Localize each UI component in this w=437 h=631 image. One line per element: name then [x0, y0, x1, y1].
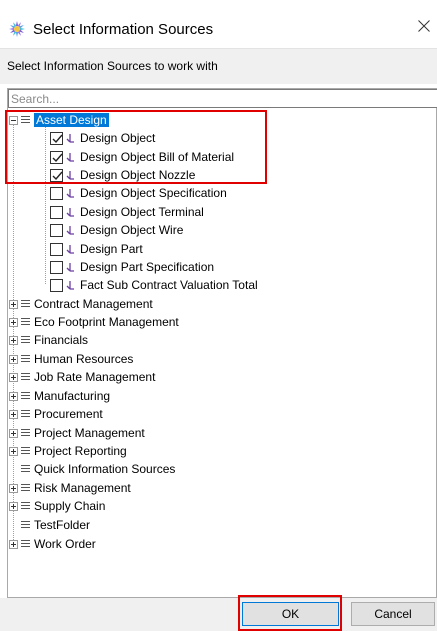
tree-node-project-reporting[interactable]: Project Reporting — [9, 442, 127, 460]
tree-item-label: Design Object Specification — [80, 186, 227, 200]
tree-item-design-object-wire[interactable]: Design Object Wire — [50, 221, 183, 239]
information-source-icon — [66, 244, 75, 255]
expand-toggle[interactable] — [9, 354, 18, 364]
tree-item-label: Design Object Terminal — [80, 205, 204, 219]
tree-node-label: Eco Footprint Management — [34, 315, 179, 329]
folder-icon — [21, 355, 30, 363]
tree-node-work-order[interactable]: Work Order — [9, 535, 96, 553]
tree-item-fact-sub-contract-valuation-total[interactable]: Fact Sub Contract Valuation Total — [50, 276, 258, 294]
information-source-icon — [66, 207, 75, 218]
folder-icon — [21, 447, 30, 455]
tree-node-label: Supply Chain — [34, 499, 106, 513]
tree-item-design-part[interactable]: Design Part — [50, 240, 143, 258]
tree-node-job-rate-management[interactable]: Job Rate Management — [9, 368, 155, 386]
expand-toggle[interactable] — [9, 317, 18, 327]
checkbox[interactable] — [50, 278, 63, 292]
expand-toggle[interactable] — [9, 335, 18, 345]
tree-node-quick-information-sources[interactable]: Quick Information Sources — [9, 460, 175, 478]
folder-icon — [21, 336, 30, 344]
tree-node-label: Project Reporting — [34, 444, 127, 458]
app-logo-icon — [8, 20, 26, 38]
tree-node-financials[interactable]: Financials — [9, 331, 88, 349]
checkbox[interactable] — [50, 205, 63, 219]
tree-node-testfolder[interactable]: TestFolder — [9, 516, 90, 534]
tree-node-label: Quick Information Sources — [34, 462, 176, 476]
tree-item-label: Design Object Wire — [80, 223, 184, 237]
checkbox[interactable] — [50, 242, 63, 256]
folder-icon — [21, 484, 30, 492]
tree-node-label: TestFolder — [34, 518, 91, 532]
expand-toggle[interactable] — [9, 428, 18, 438]
expand-toggle[interactable] — [9, 372, 18, 382]
folder-icon — [21, 540, 30, 548]
expand-toggle[interactable] — [9, 501, 18, 511]
tree-node-supply-chain[interactable]: Supply Chain — [9, 497, 105, 515]
tree-node-manufacturing[interactable]: Manufacturing — [9, 387, 110, 405]
expand-toggle[interactable] — [9, 539, 18, 549]
expand-toggle[interactable] — [9, 446, 18, 456]
dialog-title: Select Information Sources — [33, 21, 214, 38]
folder-icon — [21, 318, 30, 326]
tree-item-label: Fact Sub Contract Valuation Total — [80, 278, 258, 292]
cancel-button[interactable]: Cancel — [351, 602, 435, 626]
tree-node-label: Work Order — [34, 537, 96, 551]
close-button[interactable] — [413, 12, 437, 38]
expand-toggle[interactable] — [9, 391, 18, 401]
tree-node-label: Project Management — [34, 426, 145, 440]
tree-item-design-object-terminal[interactable]: Design Object Terminal — [50, 203, 204, 221]
tree-node-label: Contract Management — [34, 297, 153, 311]
tree-node-label: Procurement — [34, 407, 103, 421]
expand-toggle[interactable] — [9, 409, 18, 419]
tree-node-label: Financials — [34, 333, 89, 347]
information-source-icon — [66, 280, 75, 291]
information-source-icon — [66, 188, 75, 199]
folder-icon — [21, 502, 30, 510]
tree-node-label: Manufacturing — [34, 389, 111, 403]
checkbox[interactable] — [50, 223, 63, 237]
tree-node-eco-footprint-management[interactable]: Eco Footprint Management — [9, 313, 179, 331]
checkbox[interactable] — [50, 186, 63, 200]
folder-icon — [21, 410, 30, 418]
folder-icon — [21, 521, 30, 529]
expand-toggle[interactable] — [9, 483, 18, 493]
tree-node-contract-management[interactable]: Contract Management — [9, 295, 153, 313]
instruction-text: Select Information Sources to work with — [7, 59, 218, 73]
information-source-icon — [66, 225, 75, 236]
tree-item-label: Design Part Specification — [80, 260, 215, 274]
expand-toggle[interactable] — [9, 299, 18, 309]
tree-node-risk-management[interactable]: Risk Management — [9, 479, 131, 497]
tree-node-project-management[interactable]: Project Management — [9, 424, 145, 442]
tree-item-label: Design Part — [80, 242, 143, 256]
tree-item-design-object-specification[interactable]: Design Object Specification — [50, 184, 227, 202]
tree-node-human-resources[interactable]: Human Resources — [9, 350, 133, 368]
tree-node-label: Risk Management — [34, 481, 131, 495]
search-input[interactable] — [8, 89, 437, 108]
folder-icon — [21, 300, 30, 308]
highlight-selection-box — [5, 110, 267, 184]
tree-item-design-part-specification[interactable]: Design Part Specification — [50, 258, 214, 276]
tree-node-label: Human Resources — [34, 352, 134, 366]
folder-icon — [21, 429, 30, 437]
checkbox[interactable] — [50, 260, 63, 274]
close-icon — [418, 20, 430, 32]
folder-icon — [21, 392, 30, 400]
folder-icon — [21, 373, 30, 381]
tree-node-label: Job Rate Management — [34, 370, 156, 384]
folder-icon — [21, 465, 30, 473]
highlight-ok-box — [238, 595, 342, 631]
information-source-icon — [66, 262, 75, 273]
title-bar: Select Information Sources — [0, 0, 437, 48]
tree-node-procurement[interactable]: Procurement — [9, 405, 103, 423]
